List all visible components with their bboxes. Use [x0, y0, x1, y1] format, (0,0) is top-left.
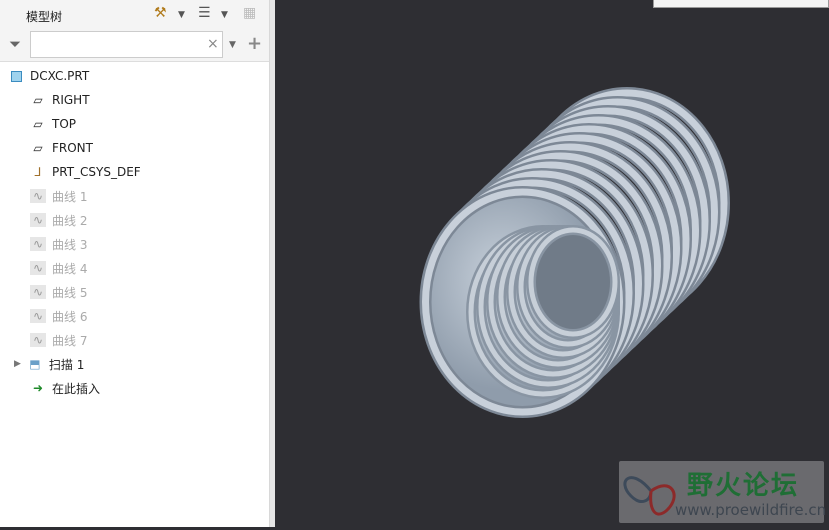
model-tree-header: 模型树 ⚒ ▼ ☰ ▼ ▦ — [0, 0, 269, 30]
tree-item[interactable]: DCXC.PRT — [0, 64, 269, 88]
datum-plane-icon: ▱ — [33, 141, 43, 155]
tree-item[interactable]: ▱ RIGHT — [0, 88, 269, 112]
tree-item[interactable]: ∿ 曲线 6 — [0, 304, 269, 328]
curve-icon: ∿ — [30, 213, 46, 227]
tree-item-label: 曲线 2 — [52, 213, 88, 228]
tree-item[interactable]: ∿ 曲线 3 — [0, 232, 269, 256]
expand-arrow-icon[interactable]: ▶ — [14, 359, 21, 369]
panel-title: 模型树 — [26, 10, 63, 24]
tree-item-label: RIGHT — [52, 93, 90, 107]
tree-item[interactable]: ▱ FRONT — [0, 136, 269, 160]
tree-item-label: 曲线 1 — [52, 189, 88, 204]
show-list-icon[interactable]: ☰ — [198, 5, 211, 21]
clear-icon[interactable]: × — [207, 36, 219, 52]
tree-item[interactable]: ⅃ PRT_CSYS_DEF — [0, 160, 269, 184]
tree-item-label: 曲线 5 — [52, 285, 88, 300]
datum-plane-icon: ▱ — [33, 93, 43, 107]
filter-bar: ⏷ × ▼ + — [0, 30, 269, 62]
butterfly-logo-icon — [623, 476, 676, 516]
curve-icon: ∿ — [30, 333, 46, 347]
tree-item[interactable]: ∿ 曲线 2 — [0, 208, 269, 232]
tree-item[interactable]: ∿ 曲线 1 — [0, 184, 269, 208]
search-input[interactable] — [30, 31, 223, 58]
tree-item[interactable]: ∿ 曲线 7 — [0, 328, 269, 352]
chevron-down-icon[interactable]: ▼ — [229, 40, 236, 50]
tree-item-label: 曲线 4 — [52, 261, 88, 276]
watermark-name: 野火论坛 — [687, 471, 800, 501]
curve-icon: ∿ — [30, 285, 46, 299]
csys-icon: ⅃ — [34, 165, 42, 179]
insert-here-icon: ➜ — [32, 381, 44, 395]
datum-plane-icon: ▱ — [33, 117, 43, 131]
tree-item-label: 曲线 3 — [52, 237, 88, 252]
curve-icon: ∿ — [30, 309, 46, 323]
view-toolbar[interactable] — [653, 0, 829, 8]
tree-item-label: FRONT — [52, 141, 93, 155]
filter-icon[interactable]: ⏷ — [9, 35, 21, 53]
sweep-icon: ⬒ — [29, 357, 41, 371]
tree-item-label: 曲线 6 — [52, 309, 88, 324]
spring-coil-model — [419, 87, 730, 418]
add-icon[interactable]: + — [247, 33, 262, 54]
tree-item[interactable]: ∿ 曲线 4 — [0, 256, 269, 280]
tree-item-label: 扫描 1 — [48, 357, 85, 372]
curve-icon: ∿ — [30, 261, 46, 275]
model-tree-panel: 模型树 ⚒ ▼ ☰ ▼ ▦ ⏷ × ▼ + DCXC.PRT ▱ RIGHT ▱ TOP… — [0, 0, 270, 527]
watermark-url: www.proewildfire.cn — [675, 501, 827, 519]
tree-item[interactable]: ➜ 在此插入 — [0, 376, 269, 400]
curve-icon: ∿ — [30, 189, 46, 203]
tree-item[interactable]: ▱ TOP — [0, 112, 269, 136]
settings-tools-icon[interactable]: ⚒ — [154, 5, 167, 21]
tree-item-label: 曲线 7 — [52, 333, 88, 348]
tree-item-label: 在此插入 — [52, 381, 101, 396]
chevron-down-icon[interactable]: ▼ — [178, 10, 185, 20]
watermark-logo: 野火论坛 www.proewildfire.cn — [619, 461, 827, 523]
tree-columns-icon[interactable]: ▦ — [243, 5, 256, 21]
part-icon — [8, 69, 24, 83]
tree-item[interactable]: ▶ ⬒ 扫描 1 — [0, 352, 269, 376]
tree-item-label: PRT_CSYS_DEF — [52, 165, 141, 179]
tree-item-label: DCXC.PRT — [30, 69, 90, 83]
tree-item[interactable]: ∿ 曲线 5 — [0, 280, 269, 304]
model-tree: DCXC.PRT ▱ RIGHT ▱ TOP ▱ FRONT ⅃ PRT_CSYS_DEF ∿ 曲线… — [0, 62, 269, 400]
tree-item-label: TOP — [52, 117, 77, 131]
chevron-down-icon[interactable]: ▼ — [221, 10, 228, 20]
curve-icon: ∿ — [30, 237, 46, 251]
graphics-viewport[interactable] — [275, 0, 829, 527]
